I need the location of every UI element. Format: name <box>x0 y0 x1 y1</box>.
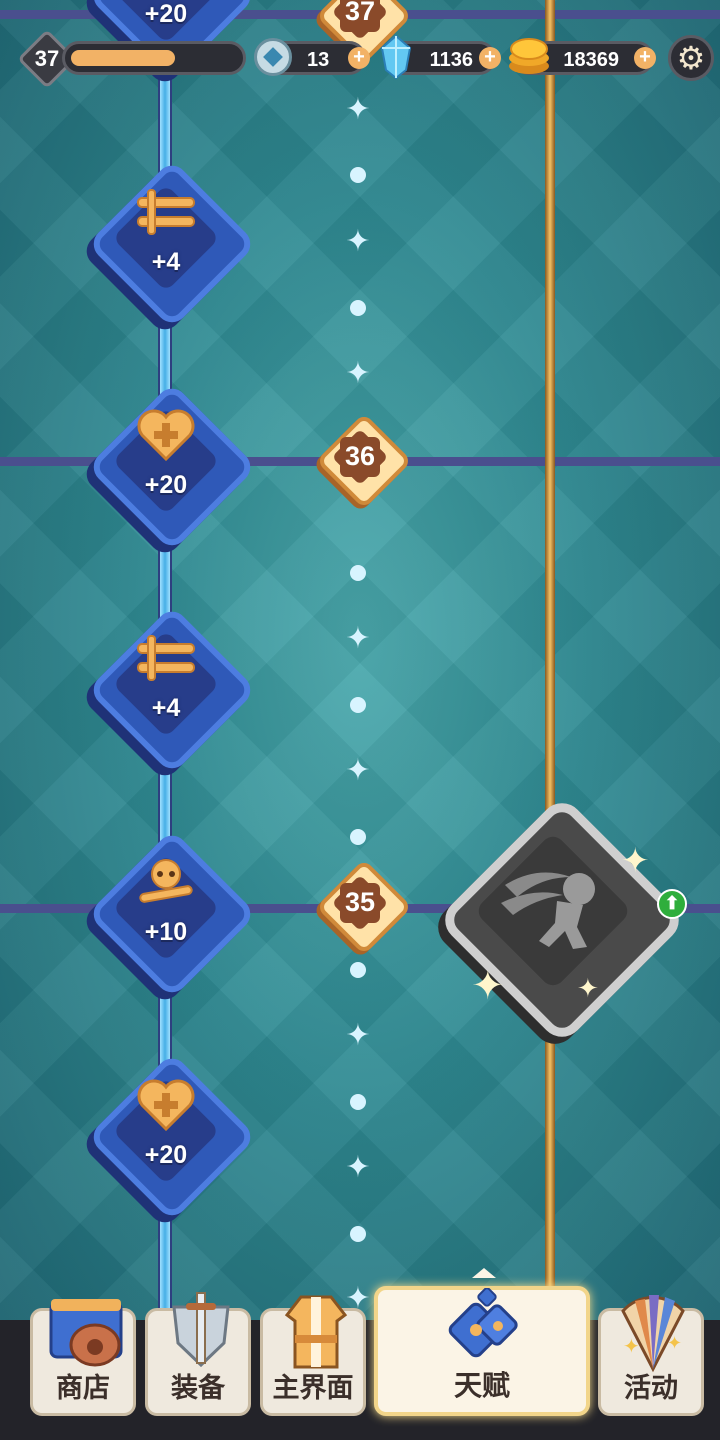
path-dot <box>350 1094 366 1110</box>
path-dot <box>350 829 366 845</box>
gold-count: 18369 <box>563 49 619 71</box>
sparkle-icon: ✦ <box>577 973 599 1003</box>
path-spark: ✦ <box>345 225 371 258</box>
path-spark: ✦ <box>345 622 371 655</box>
talent-value: +20 <box>144 1141 188 1169</box>
tab-equipment[interactable]: 装备 <box>145 1292 251 1416</box>
path-spark: ✦ <box>345 93 371 126</box>
armor-icon <box>283 1291 349 1378</box>
gold-coin-icon <box>507 36 551 81</box>
talent-node[interactable]: +10 <box>87 829 257 999</box>
svg-text:✦: ✦ <box>623 1336 640 1358</box>
path-dot <box>350 1226 366 1242</box>
active-indicator <box>472 1268 496 1278</box>
path-dot <box>350 962 366 978</box>
talent-node[interactable]: +20 <box>87 1052 257 1222</box>
heart-plus-icon <box>88 1079 244 1136</box>
sparkle-icon: ✦ <box>621 842 650 880</box>
talent-background: ✦ ✦ ✦ ✦ ✦ ✦ ✦ ✦ +20 +4 +20 +4 +10 +20 37… <box>0 0 720 1330</box>
settings-button[interactable]: ⚙ <box>668 35 714 81</box>
heart-plus-icon <box>88 409 244 466</box>
green-arrow-up-icon: ⬆ <box>657 889 687 919</box>
tab-label: 商店 <box>56 1373 110 1403</box>
talent-node[interactable]: +4 <box>87 605 257 775</box>
skull-bones-icon <box>88 856 244 913</box>
path-spark: ✦ <box>345 1019 371 1052</box>
tab-label: 天赋 <box>453 1370 510 1401</box>
level-badge: 35 <box>314 857 413 956</box>
tab-events[interactable]: ✦ ✦ 活动 <box>598 1295 704 1416</box>
events-fan-icon: ✦ ✦ <box>615 1291 691 1378</box>
tab-talent[interactable]: 天赋 <box>374 1268 590 1416</box>
level-badge: 36 <box>314 411 413 510</box>
path-dot <box>350 167 366 183</box>
path-dot <box>350 300 366 316</box>
tab-label: 装备 <box>171 1373 225 1403</box>
xp-bar-fill <box>71 50 175 66</box>
tab-main[interactable]: 主界面 <box>260 1295 366 1416</box>
talent-node[interactable]: +20 <box>87 382 257 552</box>
shop-bag-icon <box>49 1297 123 1374</box>
path-dot <box>350 697 366 713</box>
crystal-count: 13 <box>307 49 330 71</box>
path-spark: ✦ <box>345 754 371 787</box>
talent-value: +20 <box>144 471 188 499</box>
special-skill-node[interactable]: ⬆ ✦ ✦ ✦ <box>435 793 688 1046</box>
crystal-icon <box>254 38 292 76</box>
gear-icon: ⚙ <box>676 40 706 76</box>
talent-value: +4 <box>151 694 181 722</box>
sword-shield-icon <box>166 1291 236 1376</box>
tab-shop[interactable]: 商店 <box>30 1299 136 1416</box>
talent-node[interactable]: +4 <box>87 159 257 329</box>
talent-value: +20 <box>144 0 188 28</box>
talent-keys-icon <box>442 1287 526 1369</box>
tab-label: 活动 <box>624 1373 678 1403</box>
path-dot <box>350 565 366 581</box>
path-spark: ✦ <box>345 357 371 390</box>
crossed-swords-icon <box>88 186 244 243</box>
add-crystal-button[interactable]: + <box>348 47 370 69</box>
dash-skill-icon <box>497 857 607 962</box>
add-gold-button[interactable]: + <box>634 47 656 69</box>
sparkle-icon: ✦ <box>471 964 505 1008</box>
path-spark: ✦ <box>345 1151 371 1184</box>
talent-value: +10 <box>144 918 188 946</box>
gem-count: 1136 <box>429 49 473 71</box>
crossed-swords-icon <box>88 632 244 689</box>
talent-value: +4 <box>151 248 181 276</box>
skill-track-line <box>545 0 555 1330</box>
add-gem-button[interactable]: + <box>479 47 501 69</box>
gem-icon <box>380 34 412 85</box>
tab-label: 主界面 <box>272 1373 354 1403</box>
svg-text:✦: ✦ <box>667 1333 682 1353</box>
xp-bar <box>62 41 246 75</box>
